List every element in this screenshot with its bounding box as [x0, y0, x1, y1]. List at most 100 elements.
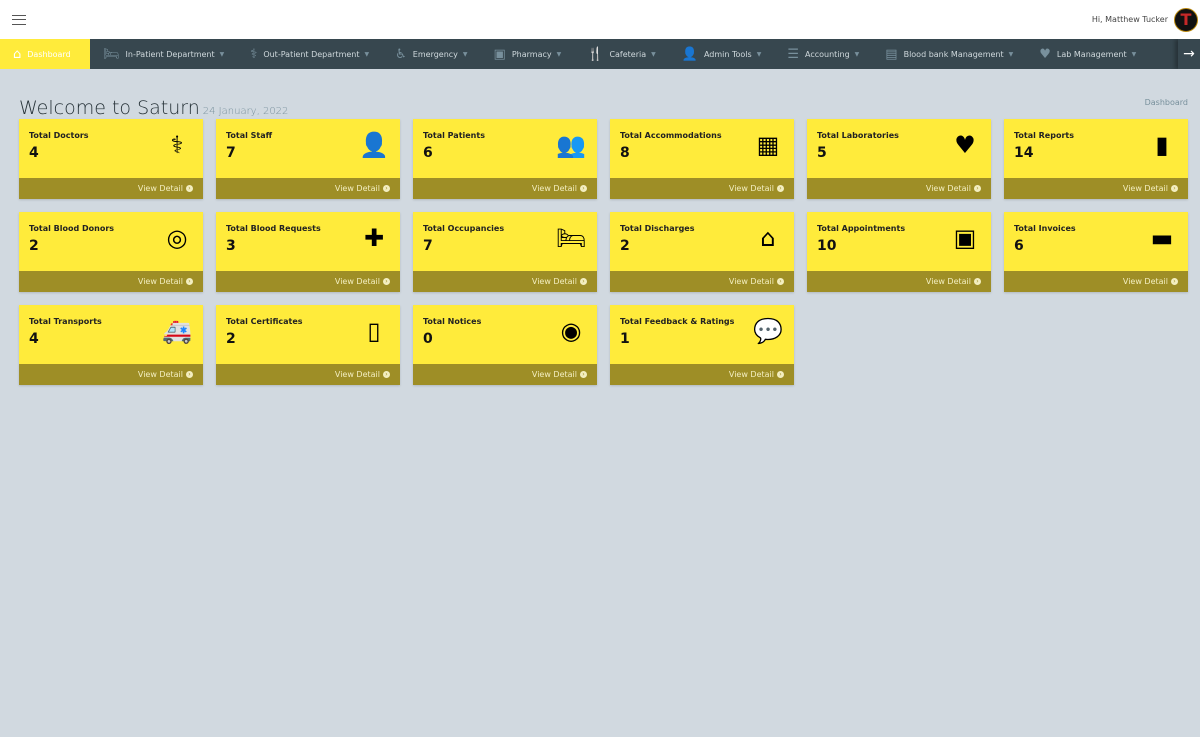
- card-body: Total Appointments 10 ▣: [807, 212, 991, 271]
- view-detail-link[interactable]: View Detail ›: [19, 271, 203, 292]
- nav-item-accounting[interactable]: ☰ Accounting ▼: [774, 39, 872, 69]
- nav-item-emergency[interactable]: ♿ Emergency ▼: [382, 39, 480, 69]
- arrow-circle-right-icon: ›: [777, 278, 784, 285]
- building-icon: ▦: [756, 131, 780, 159]
- nav-label: Out-Patient Department: [263, 49, 360, 59]
- stat-card: Total Staff 7 👤 View Detail ›: [216, 119, 400, 199]
- card-body: Total Laboratories 5 ♥: [807, 119, 991, 178]
- breadcrumb[interactable]: Dashboard: [1145, 98, 1188, 107]
- stat-card: Total Occupancies 7 🛏 View Detail ›: [413, 212, 597, 292]
- card-body: Total Doctors 4 ⚕: [19, 119, 203, 178]
- view-detail-link[interactable]: View Detail ›: [19, 178, 203, 199]
- bed-icon: 🛏: [555, 224, 587, 252]
- home-icon: ⌂: [760, 224, 776, 252]
- stat-card: Total Laboratories 5 ♥ View Detail ›: [807, 119, 991, 199]
- arrow-circle-right-icon: ›: [1171, 185, 1178, 192]
- card-body: Total Blood Requests 3 ✚: [216, 212, 400, 271]
- arrow-circle-right-icon: ›: [186, 278, 193, 285]
- nav-item-out-patient-department[interactable]: ⚕ Out-Patient Department ▼: [237, 39, 382, 69]
- arrow-circle-right-icon: ›: [186, 185, 193, 192]
- view-detail-link[interactable]: View Detail ›: [413, 364, 597, 385]
- nav-label: Accounting: [804, 49, 850, 59]
- nav-item-dashboard[interactable]: ⌂ Dashboard: [0, 39, 90, 69]
- hospital-icon: ✚: [363, 224, 385, 252]
- view-detail-link[interactable]: View Detail ›: [807, 178, 991, 199]
- ambulance-icon: 🚑: [162, 317, 192, 345]
- view-detail-link[interactable]: View Detail ›: [413, 178, 597, 199]
- nav-item-lab-management[interactable]: ♥ Lab Management ▼: [1026, 39, 1149, 69]
- card-body: Total Invoices 6 ▬: [1004, 212, 1188, 271]
- nav-item-cafeteria[interactable]: 🍴 Cafeteria ▼: [574, 39, 669, 69]
- stat-card: Total Transports 4 🚑 View Detail ›: [19, 305, 203, 385]
- view-detail-link[interactable]: View Detail ›: [19, 364, 203, 385]
- nav-item-blood-bank-management[interactable]: ▤ Blood bank Management ▼: [872, 39, 1026, 69]
- stat-card: Total Reports 14 ▮ View Detail ›: [1004, 119, 1188, 199]
- arrow-circle-right-icon: ›: [1171, 278, 1178, 285]
- card-body: Total Accommodations 8 ▦: [610, 119, 794, 178]
- hospital-icon: ▤: [885, 46, 898, 62]
- bed-icon: 🛏: [103, 46, 120, 62]
- caret-down-icon: ▼: [364, 50, 370, 58]
- stat-card: Total Appointments 10 ▣ View Detail ›: [807, 212, 991, 292]
- caret-down-icon: ▼: [219, 50, 225, 58]
- card-body: Total Certificates 2 ▯: [216, 305, 400, 364]
- view-detail-link[interactable]: View Detail ›: [1004, 178, 1188, 199]
- arrow-circle-right-icon: ›: [580, 371, 587, 378]
- stats-grid: Total Doctors 4 ⚕ View Detail › Total Sta…: [19, 119, 1188, 385]
- arrow-circle-right-icon: ›: [383, 371, 390, 378]
- view-detail-link[interactable]: View Detail ›: [1004, 271, 1188, 292]
- id-badge-icon: ▯: [367, 317, 381, 345]
- heartbeat-icon: ♥: [954, 131, 976, 159]
- nav-item-admin-tools[interactable]: 👤 Admin Tools ▼: [669, 39, 775, 69]
- view-detail-link[interactable]: View Detail ›: [216, 178, 400, 199]
- comments-icon: 💬: [753, 317, 783, 345]
- nav-label: Blood bank Management: [903, 49, 1004, 59]
- arrow-circle-right-icon: ›: [186, 371, 193, 378]
- stat-card: Total Notices 0 ◉ View Detail ›: [413, 305, 597, 385]
- stethoscope-icon: ⚕: [250, 46, 258, 62]
- medkit-icon: ▣: [493, 46, 506, 62]
- arrow-circle-right-icon: ›: [580, 185, 587, 192]
- main-nav: ⌂ Dashboard 🛏 In-Patient Department ▼ ⚕ Out-Pa…: [0, 39, 1200, 69]
- user-menu[interactable]: Hi, Matthew Tucker T: [1091, 7, 1200, 32]
- card-body: Total Reports 14 ▮: [1004, 119, 1188, 178]
- nav-item-pharmacy[interactable]: ▣ Pharmacy ▼: [481, 39, 575, 69]
- view-detail-link[interactable]: View Detail ›: [216, 364, 400, 385]
- users-icon: 👥: [556, 131, 586, 159]
- user-greeting: Hi, Matthew Tucker: [1091, 15, 1168, 24]
- view-detail-link[interactable]: View Detail ›: [610, 271, 794, 292]
- stat-card: Total Discharges 2 ⌂ View Detail ›: [610, 212, 794, 292]
- nav-label: Cafeteria: [609, 49, 647, 59]
- card-body: Total Transports 4 🚑: [19, 305, 203, 364]
- view-detail-link[interactable]: View Detail ›: [610, 364, 794, 385]
- view-detail-link[interactable]: View Detail ›: [807, 271, 991, 292]
- top-bar: Hi, Matthew Tucker T: [0, 0, 1200, 39]
- page-date: 24 January, 2022: [202, 106, 289, 117]
- arrow-circle-right-icon: ›: [580, 278, 587, 285]
- home-icon: ⌂: [13, 46, 22, 62]
- card-body: Total Feedback & Ratings 1 💬: [610, 305, 794, 364]
- credit-card-icon: ▬: [1150, 224, 1174, 252]
- arrow-circle-right-icon: ›: [777, 371, 784, 378]
- caret-down-icon: ▼: [1131, 50, 1137, 58]
- nav-label: Dashboard: [27, 49, 71, 59]
- view-detail-link[interactable]: View Detail ›: [216, 271, 400, 292]
- caret-down-icon: ▼: [556, 50, 562, 58]
- nav-label: Emergency: [412, 49, 458, 59]
- card-body: Total Notices 0 ◉: [413, 305, 597, 364]
- life-ring-icon: ◎: [166, 224, 188, 252]
- page-header: Welcome to Saturn 24 January, 2022 Dashbo…: [0, 69, 1200, 119]
- view-detail-link[interactable]: View Detail ›: [413, 271, 597, 292]
- view-detail-link[interactable]: View Detail ›: [610, 178, 794, 199]
- nav-scroll-right-icon[interactable]: →: [1178, 39, 1200, 69]
- nav-item-in-patient-department[interactable]: 🛏 In-Patient Department ▼: [90, 39, 237, 69]
- stat-card: Total Doctors 4 ⚕ View Detail ›: [19, 119, 203, 199]
- stat-card: Total Certificates 2 ▯ View Detail ›: [216, 305, 400, 385]
- card-body: Total Patients 6 👥: [413, 119, 597, 178]
- caret-down-icon: ▼: [1008, 50, 1014, 58]
- menu-toggle-icon[interactable]: [12, 14, 26, 25]
- avatar[interactable]: T: [1174, 7, 1198, 32]
- nav-label: Pharmacy: [511, 49, 552, 59]
- nav-label: Lab Management: [1056, 49, 1127, 59]
- arrow-circle-right-icon: ›: [383, 185, 390, 192]
